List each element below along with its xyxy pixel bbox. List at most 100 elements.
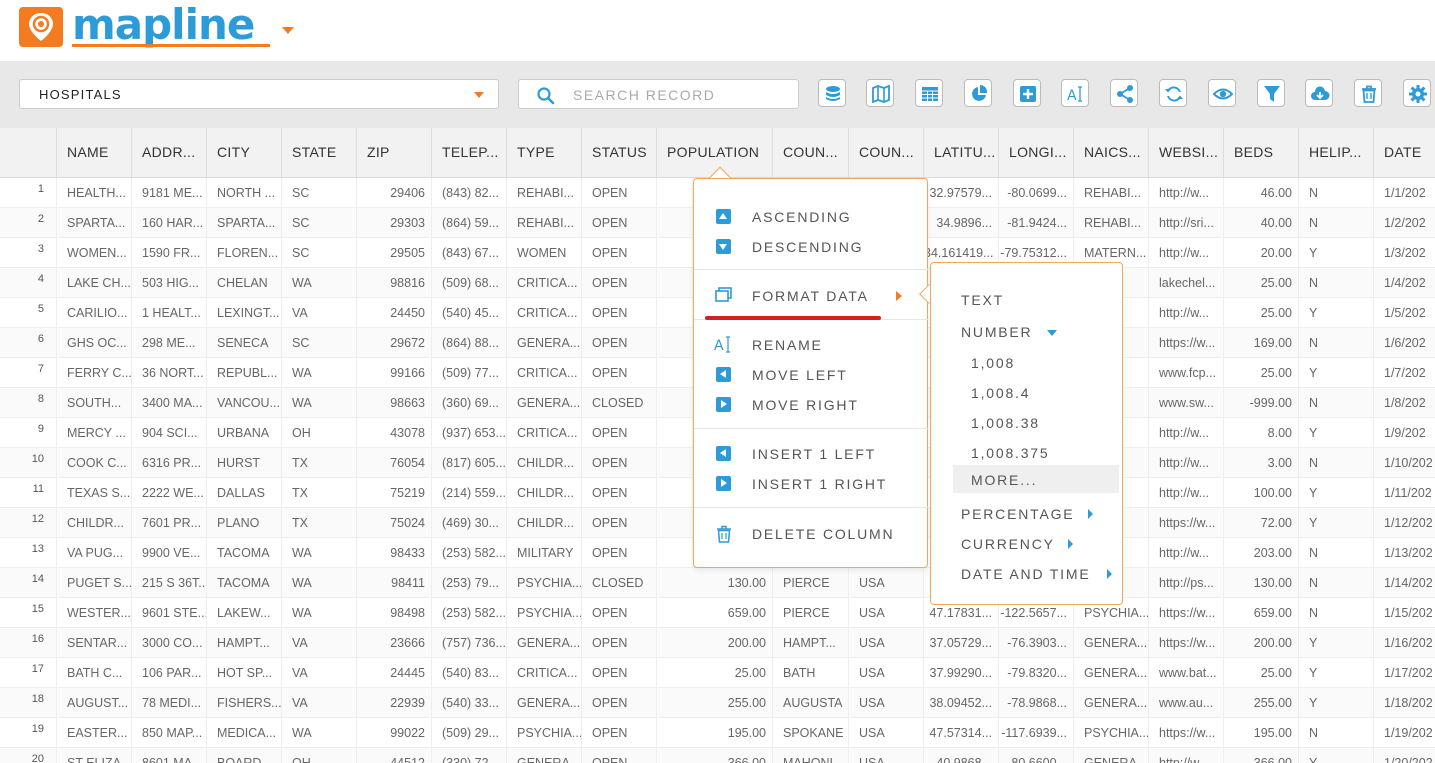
table-cell[interactable]: (864) 88... — [431, 328, 506, 358]
table-cell[interactable]: OPEN — [581, 358, 656, 388]
table-cell[interactable]: N — [1298, 538, 1373, 568]
table-cell[interactable]: 24445 — [356, 658, 431, 688]
table-cell[interactable]: USA — [848, 568, 923, 598]
table-cell[interactable]: OPEN — [581, 718, 656, 748]
table-cell[interactable]: MEDICA... — [206, 718, 281, 748]
table-cell[interactable]: 99022 — [356, 718, 431, 748]
table-cell[interactable]: 215 S 36T... — [131, 568, 206, 598]
table-cell[interactable]: TACOMA — [206, 568, 281, 598]
table-cell[interactable]: TEXAS S... — [56, 478, 131, 508]
format-number-option[interactable]: NUMBER — [931, 317, 1122, 345]
table-cell[interactable]: GHS OC... — [56, 328, 131, 358]
column-header[interactable]: BEDS — [1223, 128, 1298, 178]
table-cell[interactable]: TACOMA — [206, 538, 281, 568]
table-cell[interactable]: 29505 — [356, 238, 431, 268]
table-cell[interactable]: USA — [848, 598, 923, 628]
table-cell[interactable]: 203.00 — [1223, 538, 1298, 568]
table-cell[interactable]: 1/17/202 — [1373, 658, 1435, 688]
table-cell[interactable]: http://w... — [1148, 238, 1223, 268]
search-record-input[interactable] — [573, 85, 783, 105]
table-cell[interactable]: 29406 — [356, 178, 431, 208]
mapline-logo-icon[interactable] — [19, 7, 63, 47]
table-cell[interactable]: 1/1/202 — [1373, 178, 1435, 208]
table-row[interactable]: 18 AUGUST... 78 MEDI... FISHERS... VA 22939 (5… — [0, 688, 1435, 718]
table-cell[interactable]: (540) 33... — [431, 688, 506, 718]
add-button[interactable] — [1013, 79, 1041, 107]
menu-item-insert-left[interactable]: INSERT 1 LEFT — [694, 439, 929, 467]
table-cell[interactable]: N — [1298, 268, 1373, 298]
table-cell[interactable]: -79.8320... — [998, 658, 1073, 688]
table-cell[interactable]: (253) 582... — [431, 538, 506, 568]
table-cell[interactable]: 366.00 — [656, 748, 772, 763]
dataset-select[interactable]: HOSPITALS — [19, 79, 499, 109]
table-cell[interactable]: USA — [848, 688, 923, 718]
table-cell[interactable]: Y — [1298, 658, 1373, 688]
table-cell[interactable]: GENERA... — [506, 688, 581, 718]
table-cell[interactable]: WA — [281, 718, 356, 748]
table-cell[interactable]: OPEN — [581, 508, 656, 538]
table-cell[interactable]: -80.0699... — [998, 178, 1073, 208]
table-cell[interactable]: (330) 72... — [431, 748, 506, 763]
table-cell[interactable]: WA — [281, 358, 356, 388]
table-cell[interactable]: ST ELIZA... — [56, 748, 131, 763]
table-cell[interactable]: http://w... — [1148, 298, 1223, 328]
table-cell[interactable]: Y — [1298, 358, 1373, 388]
table-cell[interactable]: CRITICA... — [506, 358, 581, 388]
table-cell[interactable]: 9900 VE... — [131, 538, 206, 568]
table-cell[interactable]: GENERA... — [506, 748, 581, 763]
table-cell[interactable]: 25.00 — [1223, 358, 1298, 388]
table-row[interactable]: 19 EASTER... 850 MAP... MEDICA... WA 99022 (50… — [0, 718, 1435, 748]
table-cell[interactable]: 1590 FR... — [131, 238, 206, 268]
menu-item-rename[interactable]: A RENAME — [694, 330, 929, 358]
table-cell[interactable]: PSYCHIA... — [1073, 718, 1148, 748]
table-cell[interactable]: 46.00 — [1223, 178, 1298, 208]
table-cell[interactable]: BOARD... — [206, 748, 281, 763]
table-cell[interactable]: TX — [281, 448, 356, 478]
table-cell[interactable]: www.sw... — [1148, 388, 1223, 418]
table-cell[interactable]: 43078 — [356, 418, 431, 448]
table-cell[interactable]: CHILDR... — [506, 478, 581, 508]
table-cell[interactable]: OPEN — [581, 538, 656, 568]
table-cell[interactable]: 503 HIG... — [131, 268, 206, 298]
table-cell[interactable]: Y — [1298, 688, 1373, 718]
table-cell[interactable]: 78 MEDI... — [131, 688, 206, 718]
table-cell[interactable]: 100.00 — [1223, 478, 1298, 508]
table-cell[interactable]: VA PUG... — [56, 538, 131, 568]
share-button[interactable] — [1110, 79, 1138, 107]
table-cell[interactable]: Y — [1298, 748, 1373, 763]
table-cell[interactable]: Y — [1298, 298, 1373, 328]
table-cell[interactable]: GENERA... — [1073, 658, 1148, 688]
table-cell[interactable]: GENERA... — [506, 628, 581, 658]
table-button[interactable] — [915, 79, 943, 107]
table-cell[interactable]: http://w... — [1148, 478, 1223, 508]
search-record-box[interactable] — [518, 79, 799, 109]
table-cell[interactable]: 3000 CO... — [131, 628, 206, 658]
table-cell[interactable]: http://w... — [1148, 538, 1223, 568]
menu-item-move-left[interactable]: MOVE LEFT — [694, 360, 929, 388]
table-cell[interactable]: -81.9424... — [998, 208, 1073, 238]
table-cell[interactable]: CARILIO... — [56, 298, 131, 328]
table-cell[interactable]: (843) 67... — [431, 238, 506, 268]
table-cell[interactable]: BATH C... — [56, 658, 131, 688]
table-cell[interactable]: 25.00 — [1223, 658, 1298, 688]
table-cell[interactable]: HAMPT... — [206, 628, 281, 658]
table-cell[interactable]: 1/18/202 — [1373, 688, 1435, 718]
table-cell[interactable]: VA — [281, 298, 356, 328]
table-cell[interactable]: WOMEN... — [56, 238, 131, 268]
table-cell[interactable]: CRITICA... — [506, 658, 581, 688]
format-text-option[interactable]: TEXT — [931, 285, 1122, 313]
table-cell[interactable]: (253) 79... — [431, 568, 506, 598]
table-cell[interactable]: OPEN — [581, 238, 656, 268]
column-header[interactable]: STATUS — [581, 128, 656, 178]
column-header[interactable]: TYPE — [506, 128, 581, 178]
table-cell[interactable]: http://ps... — [1148, 568, 1223, 598]
table-cell[interactable]: OPEN — [581, 178, 656, 208]
table-cell[interactable]: 98498 — [356, 598, 431, 628]
database-button[interactable] — [818, 79, 846, 107]
table-cell[interactable]: 8601 MA... — [131, 748, 206, 763]
table-cell[interactable]: https://w... — [1148, 328, 1223, 358]
table-cell[interactable]: PSYCHIA... — [506, 568, 581, 598]
table-cell[interactable]: 200.00 — [1223, 628, 1298, 658]
table-cell[interactable]: EASTER... — [56, 718, 131, 748]
table-cell[interactable]: (864) 59... — [431, 208, 506, 238]
